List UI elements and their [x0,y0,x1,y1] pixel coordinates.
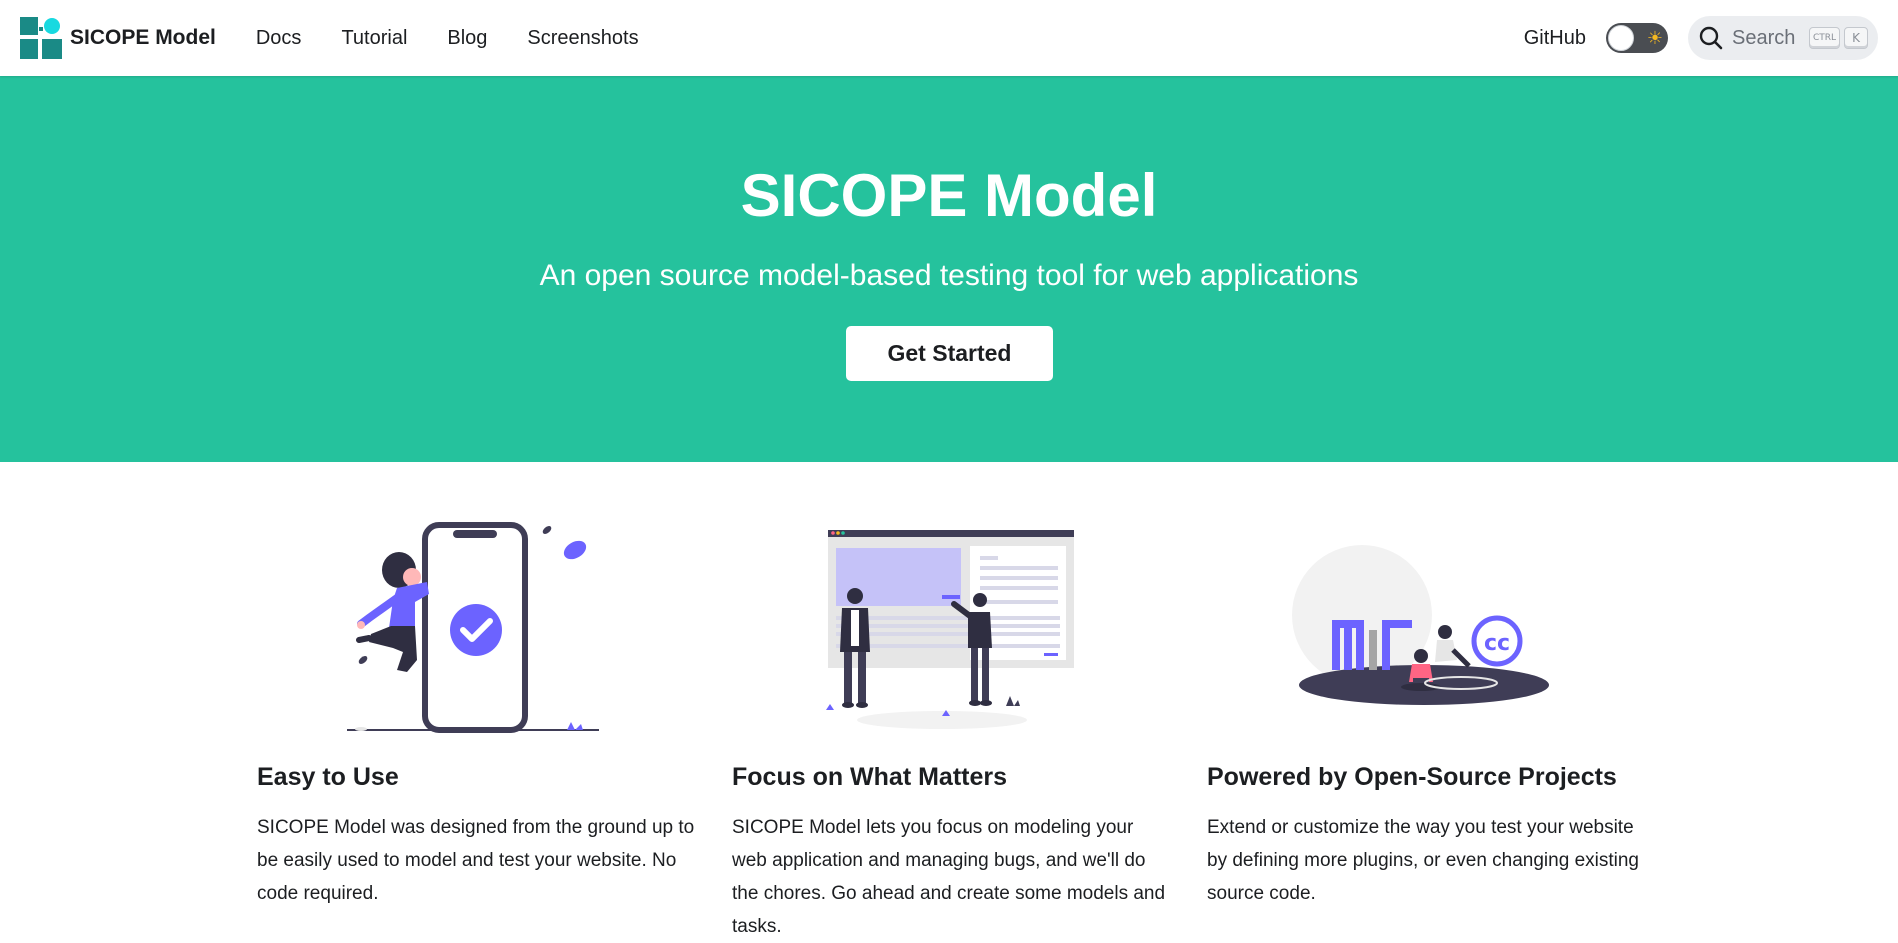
kbd-k: K [1844,27,1868,49]
feature-description: Extend or customize the way you test you… [1207,817,1639,904]
search-placeholder: Search [1732,26,1796,49]
brand-title: SICOPE Model [70,26,216,49]
nav-right: GitHub ☀ Search CTRL K [1524,16,1878,60]
kbd-ctrl: CTRL [1808,27,1840,49]
nav-links: Docs Tutorial Blog Screenshots [236,27,659,50]
nav-link-screenshots[interactable]: Screenshots [507,27,658,50]
nav-link-tutorial[interactable]: Tutorial [321,27,427,50]
theme-toggle[interactable]: ☀ [1606,23,1668,53]
sun-icon: ☀ [1646,28,1663,48]
github-link[interactable]: GitHub [1524,27,1586,50]
search-icon [1699,26,1723,50]
feature-title: Powered by Open-Source Projects [1207,763,1617,791]
feature-description: SICOPE Model was designed from the groun… [257,817,695,904]
hero-banner: SICOPE Model An open source model-based … [0,76,1898,462]
hero-title: SICOPE Model [740,162,1158,229]
woman-jumping-phone-check-illustration [347,522,599,733]
people-presenting-webpage-illustration [826,530,1074,729]
features-section: Easy to Use SICOPE Model was designed fr… [0,462,1898,937]
toggle-knob [1608,25,1634,51]
logo-icon [20,17,62,59]
brand-link[interactable]: SICOPE Model [20,17,216,59]
nav-link-blog[interactable]: Blog [427,27,507,50]
svg-text:cc: cc [1484,631,1510,656]
navbar: SICOPE Model Docs Tutorial Blog Screensh… [0,0,1898,76]
feature-description: SICOPE Model lets you focus on modeling … [732,817,1166,937]
get-started-button[interactable]: Get Started [845,325,1054,382]
hero-subtitle: An open source model-based testing tool … [539,259,1359,292]
feature-title: Easy to Use [257,763,399,791]
mit-cc-open-source-illustration: cc [1292,545,1549,705]
search-button[interactable]: Search CTRL K [1688,16,1878,60]
nav-link-docs[interactable]: Docs [236,27,322,50]
feature-title: Focus on What Matters [732,763,1008,791]
